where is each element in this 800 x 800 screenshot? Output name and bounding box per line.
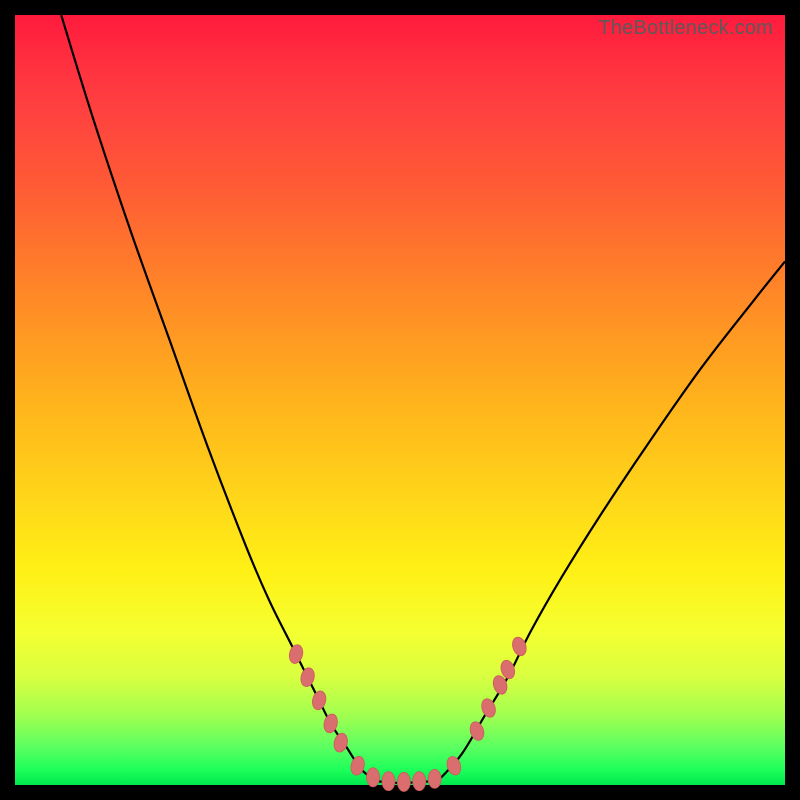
curve-marker [367, 768, 380, 787]
bottleneck-curve-left [61, 15, 377, 781]
curve-marker [413, 772, 426, 791]
curve-marker [332, 732, 349, 754]
curve-marker [428, 769, 441, 788]
curve-marker [349, 755, 366, 777]
curve-markers [287, 635, 528, 791]
curve-marker [322, 713, 339, 735]
curve-marker [287, 643, 304, 665]
curve-marker [311, 690, 328, 712]
curve-marker [299, 666, 316, 688]
curve-marker [445, 755, 463, 777]
curve-marker [382, 772, 395, 791]
chart-frame: TheBottleneck.com [0, 0, 800, 800]
curve-marker [397, 772, 410, 791]
curve-layer [15, 15, 785, 785]
plot-area: TheBottleneck.com [15, 15, 785, 785]
